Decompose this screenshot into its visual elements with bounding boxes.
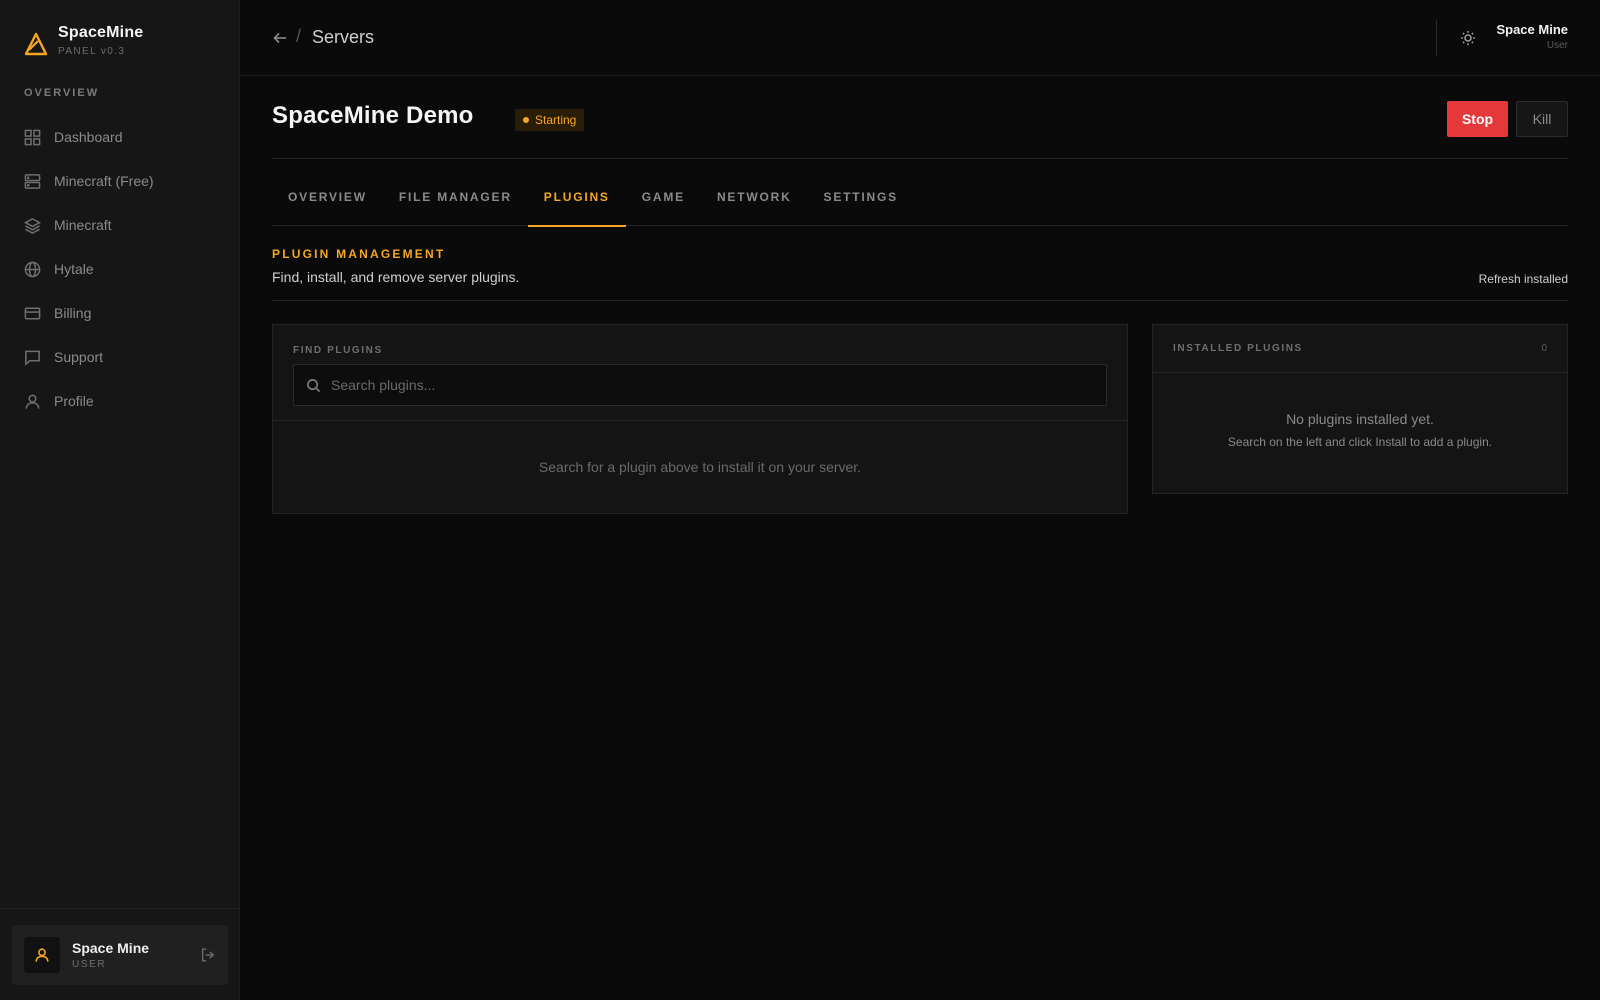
section-title: PLUGIN MANAGEMENT	[272, 247, 446, 261]
header-divider	[1436, 20, 1437, 56]
sidebar-item-minecraft[interactable]: Minecraft	[24, 203, 224, 247]
header-user-name: Space Mine	[1496, 22, 1568, 37]
sidebar-item-dashboard[interactable]: Dashboard	[24, 115, 224, 159]
installed-plugins-panel: INSTALLED PLUGINS 0 No plugins installed…	[1152, 324, 1568, 494]
sidebar-item-profile[interactable]: Profile	[24, 379, 224, 423]
find-plugins-panel: FIND PLUGINS Search for a plugin above t…	[272, 324, 1128, 514]
sidebar-item-billing[interactable]: Billing	[24, 291, 224, 335]
installed-plugins-label: INSTALLED PLUGINS	[1173, 343, 1303, 354]
tab-settings[interactable]: SETTINGS	[808, 182, 914, 226]
tab-network[interactable]: NETWORK	[701, 182, 808, 226]
brand-version: PANEL v0.3	[58, 46, 126, 57]
kill-button[interactable]: Kill	[1516, 101, 1568, 137]
divider	[272, 300, 1568, 301]
divider	[272, 158, 1568, 159]
sidebar-item-label: Profile	[54, 393, 94, 409]
brand-name: SpaceMine	[58, 24, 144, 41]
sidebar-footer: Space Mine USER	[0, 908, 240, 1000]
sun-icon[interactable]	[1460, 30, 1476, 46]
back-arrow-icon[interactable]	[272, 30, 288, 46]
credit-card-icon	[24, 307, 41, 319]
status-label: Starting	[535, 113, 577, 127]
brand[interactable]: SpaceMine PANEL v0.3	[24, 24, 143, 58]
header-user[interactable]: Space Mine User	[1496, 22, 1568, 51]
search-icon	[307, 378, 321, 392]
logo-icon	[24, 32, 48, 56]
find-empty-message: Search for a plugin above to install it …	[538, 459, 862, 475]
grid-icon	[24, 129, 41, 145]
status-badge: Starting	[515, 109, 585, 131]
user-name: Space Mine	[72, 940, 150, 956]
user-role: USER	[72, 959, 107, 970]
sidebar-item-minecraft-free[interactable]: Minecraft (Free)	[24, 159, 224, 203]
find-plugins-label: FIND PLUGINS	[293, 345, 383, 356]
user-icon	[35, 948, 49, 962]
search-input[interactable]	[331, 377, 1094, 393]
breadcrumb-separator: /	[296, 26, 302, 46]
sidebar-item-label: Dashboard	[54, 129, 123, 145]
sidebar-nav: Dashboard Minecraft (Free) Minecraft Hyt…	[24, 115, 224, 423]
sidebar-item-hytale[interactable]: Hytale	[24, 247, 224, 291]
tab-game[interactable]: GAME	[626, 182, 701, 226]
installed-count: 0	[1541, 343, 1547, 354]
topbar: / Servers Space Mine User	[240, 0, 1600, 76]
header-user-role: User	[1546, 40, 1568, 51]
sidebar-item-label: Minecraft	[54, 217, 112, 233]
section-description: Find, install, and remove server plugins…	[272, 269, 520, 285]
nav-section-label: OVERVIEW	[24, 87, 100, 99]
message-icon	[25, 350, 40, 366]
sidebar-item-label: Hytale	[54, 261, 94, 277]
breadcrumb[interactable]: Servers	[312, 27, 374, 48]
user-icon	[25, 394, 40, 409]
status-dot	[523, 117, 529, 123]
sidebar-item-label: Support	[54, 349, 104, 365]
installed-empty-subtitle: Search on the left and click Install to …	[1227, 435, 1493, 449]
tab-overview[interactable]: OVERVIEW	[272, 182, 383, 226]
sidebar-item-label: Billing	[54, 305, 92, 321]
tab-plugins[interactable]: PLUGINS	[527, 182, 626, 227]
globe-icon	[24, 261, 41, 277]
refresh-installed-button[interactable]: Refresh installed	[1479, 272, 1568, 286]
installed-empty-title: No plugins installed yet.	[1286, 411, 1434, 427]
layers-icon	[24, 217, 41, 234]
tab-file-manager[interactable]: FILE MANAGER	[383, 182, 528, 226]
logout-icon[interactable]	[200, 947, 216, 963]
user-card[interactable]: Space Mine USER	[12, 925, 228, 985]
avatar	[24, 937, 60, 973]
page-title: SpaceMine Demo	[272, 102, 474, 129]
server-icon	[24, 173, 41, 189]
search-box	[293, 364, 1107, 406]
stop-button[interactable]: Stop	[1447, 101, 1508, 137]
sidebar-item-label: Minecraft (Free)	[54, 173, 154, 189]
sidebar: SpaceMine PANEL v0.3 OVERVIEW Dashboard …	[0, 0, 240, 1000]
sidebar-item-support[interactable]: Support	[24, 335, 224, 379]
tab-bar: OVERVIEW FILE MANAGER PLUGINS GAME NETWO…	[272, 182, 1568, 227]
